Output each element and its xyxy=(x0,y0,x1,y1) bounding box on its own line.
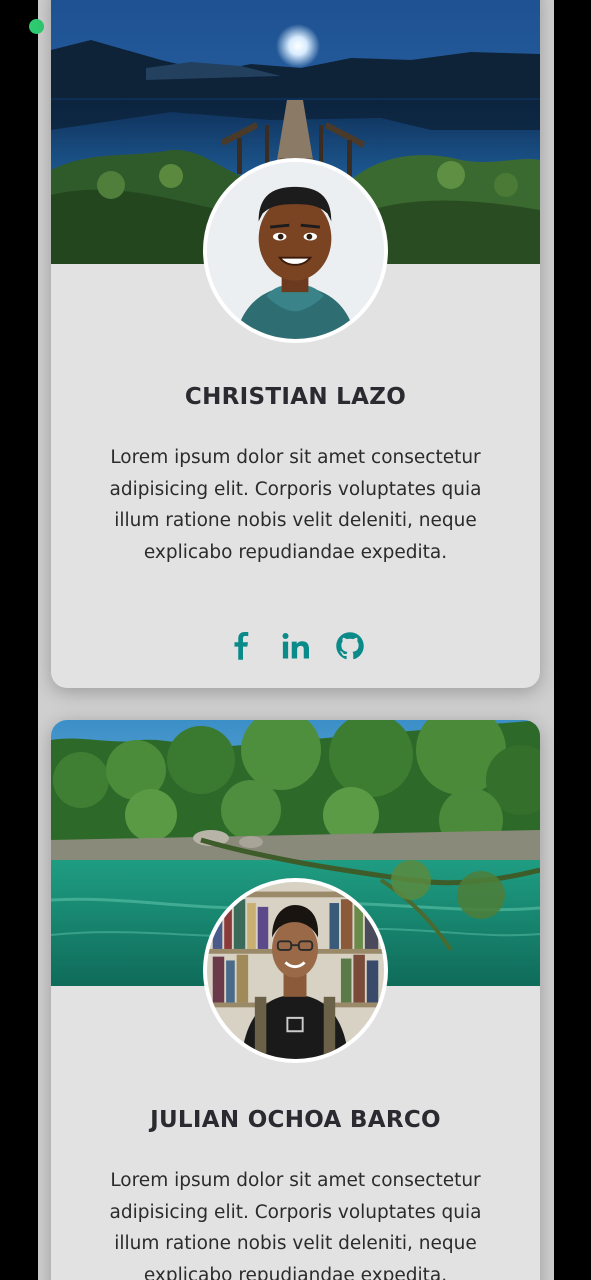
github-icon[interactable] xyxy=(334,630,366,662)
profile-name: CHRISTIAN LAZO xyxy=(184,384,407,410)
profile-bio: Lorem ipsum dolor sit amet consectetur a… xyxy=(109,1170,482,1280)
facebook-icon[interactable] xyxy=(226,630,258,662)
social-links xyxy=(51,630,540,662)
avatar xyxy=(203,878,388,1063)
profile-name: JULIAN OCHOA BARCO xyxy=(150,1107,441,1133)
profile-card: JULIAN OCHOA BARCO Lorem ipsum dolor sit… xyxy=(51,720,540,1280)
profile-card: CHRISTIAN LAZO Lorem ipsum dolor sit ame… xyxy=(51,0,540,688)
avatar xyxy=(203,158,388,343)
status-indicator xyxy=(29,19,44,34)
linkedin-icon[interactable] xyxy=(280,630,312,662)
profile-bio: Lorem ipsum dolor sit amet consectetur a… xyxy=(109,447,482,563)
